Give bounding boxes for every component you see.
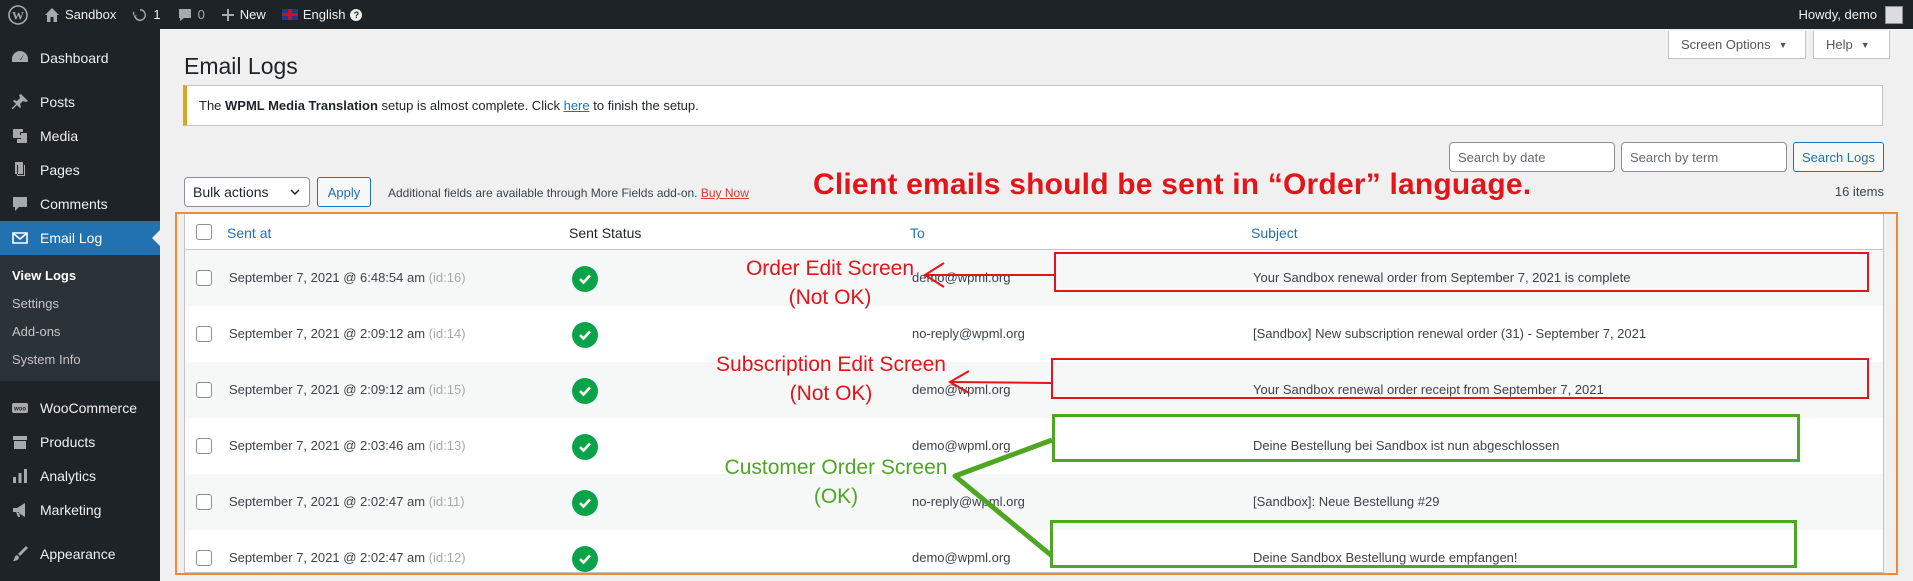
woocommerce-icon: woo	[12, 403, 28, 413]
site-name: Sandbox	[65, 7, 117, 22]
updates-link[interactable]: 1	[124, 0, 168, 29]
sidebar-item-pages[interactable]: Pages	[0, 153, 160, 187]
sidebar-item-label: Products	[40, 434, 96, 450]
sidebar-item-media[interactable]: Media	[0, 119, 160, 153]
more-fields-note: Additional fields are available through …	[388, 186, 749, 200]
wordpress-icon: W	[8, 4, 28, 25]
apply-button[interactable]: Apply	[317, 177, 371, 207]
home-icon	[45, 7, 59, 22]
plus-icon	[221, 8, 234, 21]
notice-here-link[interactable]: here	[564, 98, 590, 113]
green-highlight-box	[1052, 414, 1800, 462]
red-highlight-box	[1051, 358, 1869, 399]
buy-now-link[interactable]: Buy Now	[701, 186, 749, 200]
new-label: New	[239, 7, 266, 22]
uk-flag-icon	[281, 9, 298, 20]
page-title: Email Logs	[184, 53, 298, 79]
submenu-view-logs[interactable]: View Logs	[0, 261, 160, 289]
admin-bar: W Sandbox 1 0 New English ? Howdy, demo	[0, 0, 1913, 29]
notice-prefix: The	[199, 98, 226, 113]
language-switcher[interactable]: English ?	[274, 0, 371, 29]
language-label: English	[302, 7, 346, 22]
wpml-setup-notice: The WPML Media Translation setup is almo…	[183, 85, 1883, 126]
sidebar-item-label: Marketing	[40, 502, 102, 518]
search-by-date-placeholder: Search by date	[1458, 149, 1546, 165]
sidebar-item-marketing[interactable]: Marketing	[0, 493, 160, 527]
items-count: 16 items	[1834, 184, 1884, 199]
megaphone-icon	[13, 503, 25, 517]
sidebar-item-label: Pages	[40, 162, 80, 178]
sidebar-item-label: Analytics	[40, 468, 97, 484]
pages-icon	[15, 162, 25, 176]
sidebar-item-products[interactable]: Products	[0, 425, 160, 459]
help-button[interactable]: Help ▼	[1813, 31, 1890, 59]
envelope-icon	[12, 232, 28, 244]
site-name-link[interactable]: Sandbox	[36, 0, 124, 29]
search-by-term-placeholder: Search by term	[1630, 149, 1719, 165]
new-content-link[interactable]: New	[213, 0, 274, 29]
admin-sidebar: Dashboard Posts Media Pages Comments Ema…	[0, 29, 160, 581]
annotation-title: Client emails should be sent in “Order” …	[813, 168, 1532, 201]
search-by-term-input[interactable]: Search by term	[1621, 142, 1787, 172]
order-edit-annotation: Order Edit Screen (Not OK)	[745, 257, 915, 309]
dashboard-icon	[12, 51, 28, 62]
sidebar-item-label: WooCommerce	[40, 400, 137, 416]
email-log-submenu: View Logs Settings Add-ons System Info	[0, 255, 160, 381]
greeting: Howdy, demo	[1798, 7, 1877, 22]
sidebar-item-email-log[interactable]: Email Log	[0, 221, 160, 255]
notice-plugin-name: WPML Media Translation	[225, 98, 378, 113]
help-icon: ?	[350, 8, 363, 21]
my-account[interactable]: Howdy, demo	[1798, 5, 1913, 24]
search-logs-label: Search Logs	[1802, 149, 1875, 165]
sidebar-item-label: Posts	[40, 94, 76, 110]
subscription-edit-annotation: Subscription Edit Screen (Not OK)	[716, 353, 946, 405]
svg-text:W: W	[12, 8, 24, 22]
sidebar-item-appearance[interactable]: Appearance	[0, 537, 160, 571]
wordpress-logo-menu[interactable]: W	[0, 0, 36, 29]
more-fields-text: Additional fields are available through …	[388, 186, 698, 200]
caret-down-icon: ▼	[1860, 39, 1870, 50]
svg-text:woo: woo	[13, 407, 26, 413]
comment-icon	[178, 8, 191, 21]
sidebar-item-label: Dashboard	[40, 50, 109, 66]
chevron-down-icon	[290, 189, 300, 196]
paintbrush-icon	[13, 546, 28, 561]
submenu-settings[interactable]: Settings	[0, 289, 160, 317]
search-logs-button[interactable]: Search Logs	[1793, 142, 1884, 172]
submenu-add-ons[interactable]: Add-ons	[0, 317, 160, 345]
bulk-actions-select[interactable]: Bulk actions	[184, 177, 310, 207]
notice-suffix: to finish the setup.	[589, 98, 699, 113]
bar-chart-icon	[13, 469, 27, 483]
submenu-system-info[interactable]: System Info	[0, 345, 160, 373]
red-highlight-box	[1054, 252, 1869, 292]
media-icon	[13, 129, 27, 143]
sidebar-item-woocommerce[interactable]: woo WooCommerce	[0, 391, 160, 425]
caret-down-icon: ▼	[1778, 39, 1788, 50]
screen-options-button[interactable]: Screen Options ▼	[1668, 31, 1806, 59]
refresh-icon	[133, 8, 147, 21]
archive-icon	[13, 436, 27, 449]
sidebar-item-posts[interactable]: Posts	[0, 85, 160, 119]
sidebar-item-label: Email Log	[40, 230, 103, 246]
notice-middle: setup is almost complete. Click	[377, 98, 564, 113]
sidebar-item-comments[interactable]: Comments	[0, 187, 160, 221]
comment-icon	[13, 197, 27, 211]
green-highlight-box	[1050, 520, 1797, 568]
apply-label: Apply	[327, 184, 361, 200]
avatar	[1885, 5, 1903, 24]
screen-options-label: Screen Options	[1681, 37, 1771, 52]
sidebar-item-label: Appearance	[40, 546, 116, 562]
updates-count: 1	[153, 7, 161, 22]
sidebar-item-analytics[interactable]: Analytics	[0, 459, 160, 493]
bulk-actions-value: Bulk actions	[193, 184, 269, 200]
sidebar-item-label: Media	[40, 128, 79, 144]
help-label: Help	[1826, 37, 1853, 52]
comments-link[interactable]: 0	[169, 0, 213, 29]
sidebar-item-dashboard[interactable]: Dashboard	[0, 41, 160, 75]
sidebar-item-label: Comments	[40, 196, 108, 212]
pushpin-icon	[12, 94, 28, 109]
customer-order-annotation: Customer Order Screen (OK)	[724, 456, 948, 508]
comments-count: 0	[197, 7, 205, 22]
